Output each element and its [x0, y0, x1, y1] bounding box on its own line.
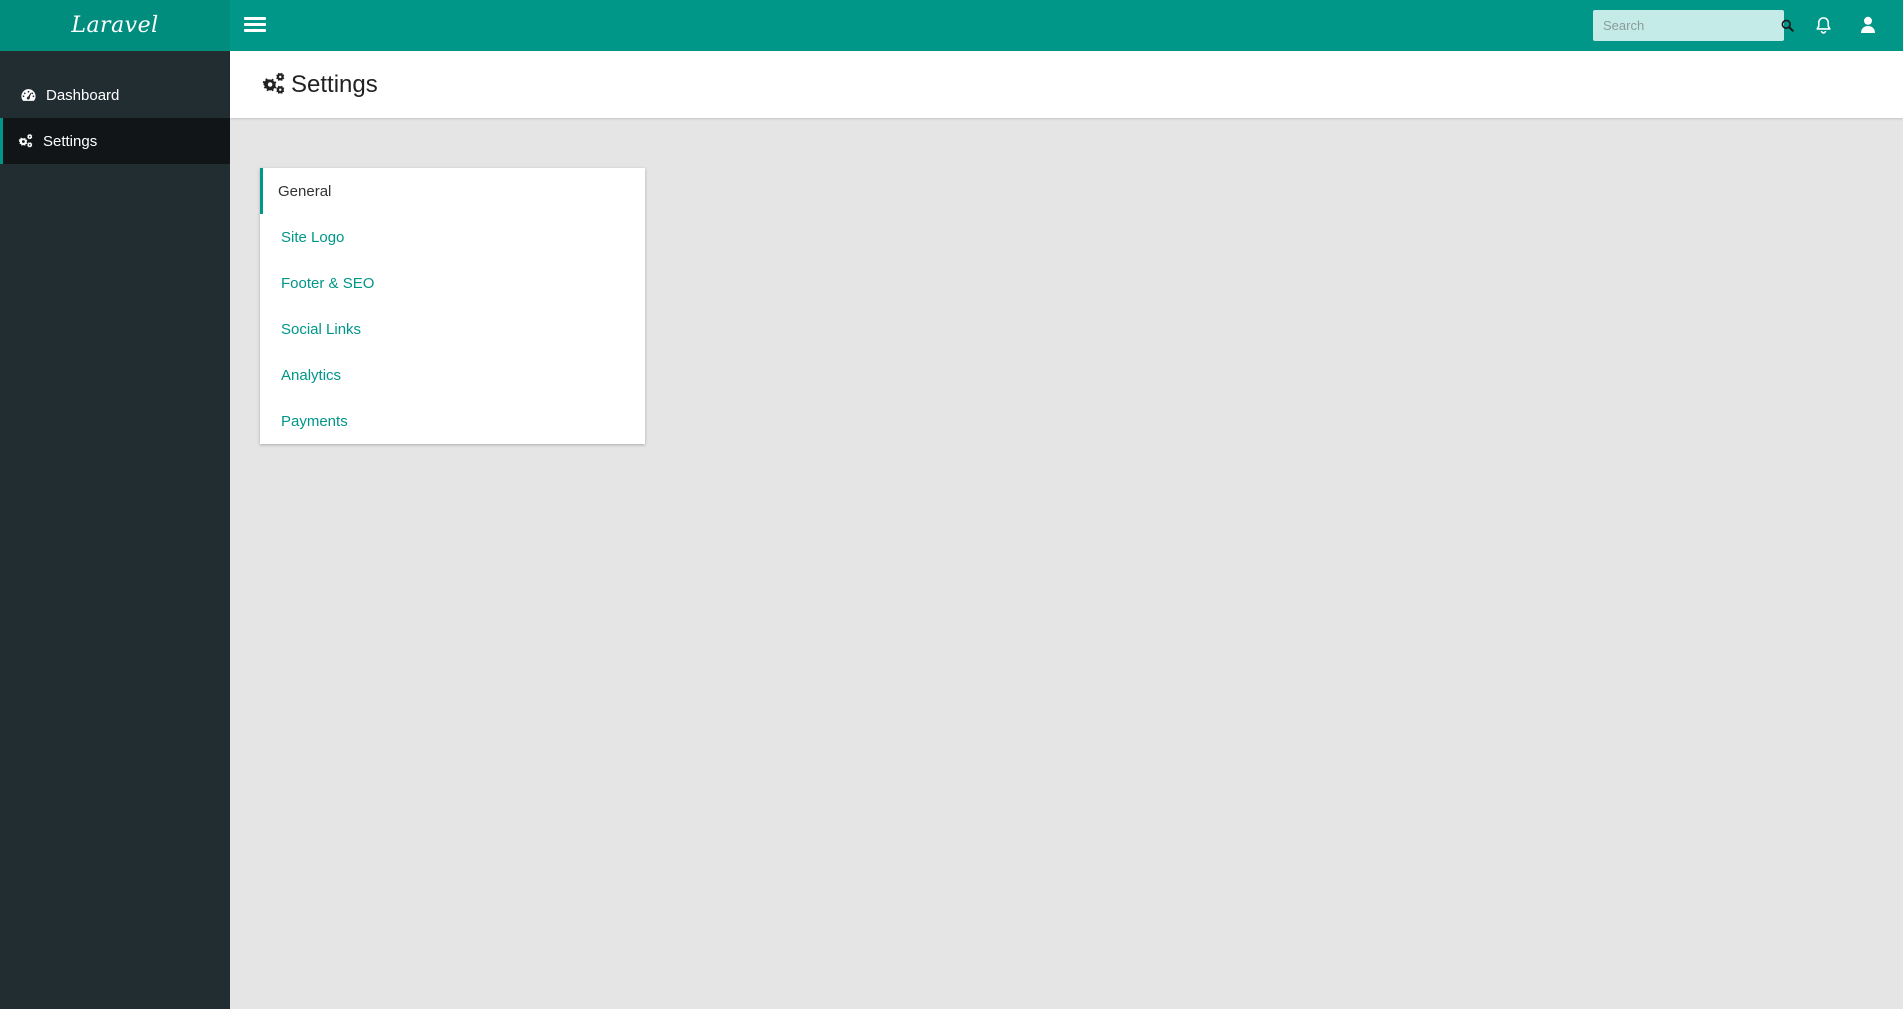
sidebar-item-label: Dashboard — [46, 86, 120, 104]
dashboard-icon — [21, 88, 36, 101]
settings-tab-analytics[interactable]: Analytics — [260, 352, 645, 398]
sidebar-item-settings[interactable]: Settings — [0, 118, 230, 164]
settings-tab-label: Analytics — [281, 366, 342, 384]
settings-tab-label: Payments — [281, 412, 348, 430]
settings-menu: General Site Logo Footer & SEO Social Li… — [260, 168, 645, 444]
hamburger-icon[interactable] — [244, 14, 266, 36]
page-title: Settings — [291, 70, 378, 98]
settings-tab-label: Site Logo — [281, 228, 345, 246]
settings-tab-payments[interactable]: Payments — [260, 398, 645, 444]
settings-tab-site-logo[interactable]: Site Logo — [260, 214, 645, 260]
bell-icon[interactable] — [1811, 13, 1835, 37]
settings-tab-label: Footer & SEO — [281, 274, 375, 292]
sidebar-item-label: Settings — [43, 132, 98, 150]
search-box — [1593, 10, 1794, 41]
settings-tab-label: General — [278, 182, 332, 200]
sidebar: Laravel Dashboard Settings — [0, 0, 230, 1009]
page-header: Settings — [230, 51, 1903, 118]
sidebar-nav: Dashboard Settings — [0, 72, 230, 164]
brand-name: Laravel — [71, 13, 159, 38]
brand-logo[interactable]: Laravel — [0, 0, 230, 51]
settings-tab-footer-seo[interactable]: Footer & SEO — [260, 260, 645, 306]
search-input[interactable] — [1593, 10, 1781, 41]
search-icon[interactable] — [1781, 12, 1794, 40]
user-icon[interactable] — [1856, 13, 1880, 37]
gears-icon — [262, 72, 285, 94]
settings-tab-label: Social Links — [281, 320, 362, 338]
sidebar-item-dashboard[interactable]: Dashboard — [0, 72, 230, 118]
topbar — [230, 0, 1903, 51]
settings-tab-general[interactable]: General — [260, 168, 645, 214]
gears-icon — [18, 133, 33, 147]
settings-tab-social-links[interactable]: Social Links — [260, 306, 645, 352]
